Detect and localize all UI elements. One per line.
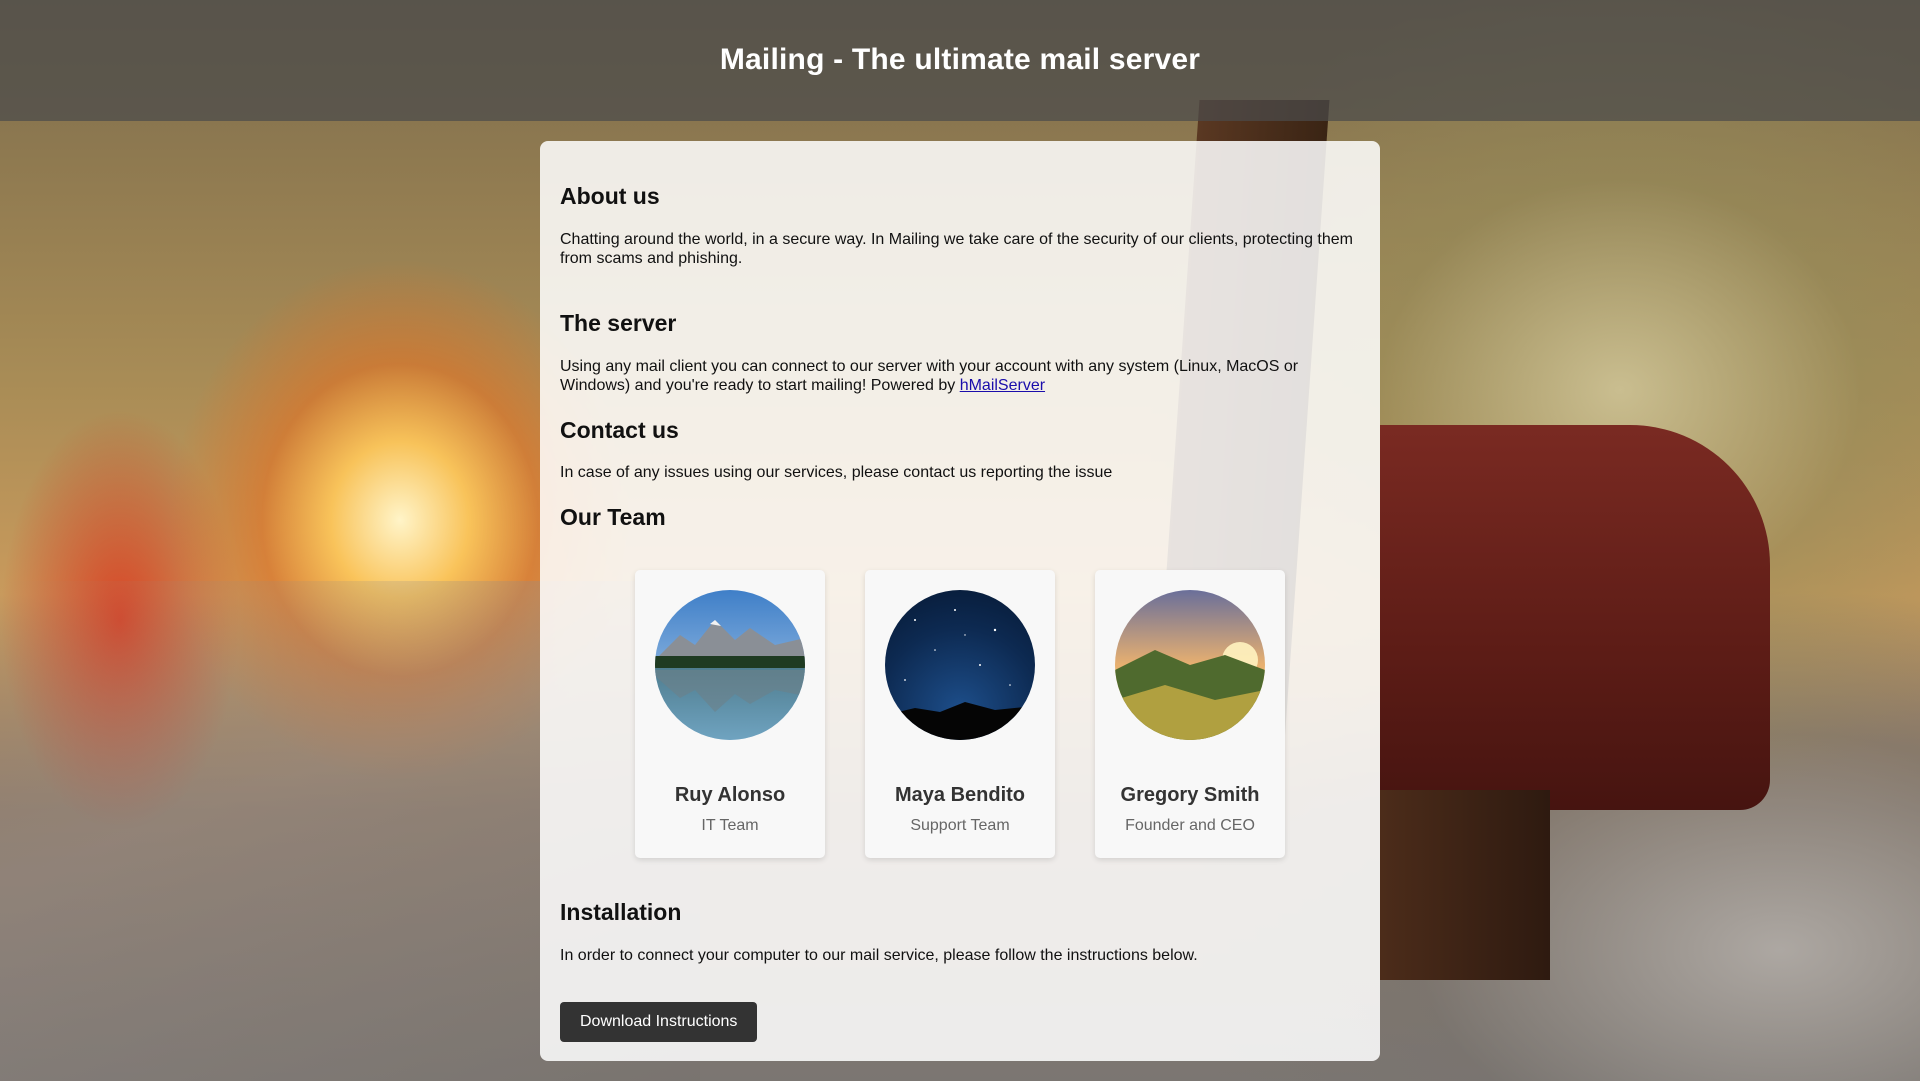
contact-text: In case of any issues using our services… <box>560 464 1113 481</box>
server-text-body: Using any mail client you can connect to… <box>560 358 1299 394</box>
team-member-card: Ruy Alonso IT Team <box>635 570 825 858</box>
background-mailbox-post <box>1380 790 1550 980</box>
avatar <box>885 590 1035 740</box>
hmailserver-link[interactable]: hMailServer <box>960 377 1045 394</box>
member-role: IT Team <box>701 817 759 834</box>
member-name: Ruy Alonso <box>674 784 786 806</box>
contact-heading: Contact us <box>560 417 679 443</box>
night-sky-image <box>885 590 1035 740</box>
member-role: Founder and CEO <box>1125 817 1255 834</box>
about-heading: About us <box>560 183 660 209</box>
download-instructions-button[interactable]: Download Instructions <box>560 1002 758 1042</box>
avatar <box>655 590 805 740</box>
avatar <box>1115 590 1265 740</box>
member-name: Maya Bendito <box>894 784 1026 806</box>
member-role: Support Team <box>910 817 1010 834</box>
site-header: Mailing - The ultimate mail server <box>0 0 1920 121</box>
about-text: Chatting around the world, in a secure w… <box>560 231 1353 267</box>
main-content-card: About us Chatting around the world, in a… <box>540 141 1380 1061</box>
installation-text: In order to connect your computer to our… <box>560 947 1198 964</box>
server-heading: The server <box>560 310 677 336</box>
sunset-hills-image <box>1115 590 1265 740</box>
team-member-card: Maya Bendito Support Team <box>865 570 1055 858</box>
mountain-lake-image <box>655 590 805 740</box>
member-name: Gregory Smith <box>1120 784 1260 806</box>
team-member-card: Gregory Smith Founder and CEO <box>1095 570 1285 858</box>
site-title: Mailing - The ultimate mail server <box>719 42 1201 76</box>
server-text: Using any mail client you can connect to… <box>560 357 1360 395</box>
team-heading: Our Team <box>560 504 666 530</box>
background-mailbox <box>1380 425 1770 810</box>
installation-heading: Installation <box>560 899 682 925</box>
team-list: Ruy Alonso IT Team Maya Bendito Support … <box>635 570 1285 858</box>
